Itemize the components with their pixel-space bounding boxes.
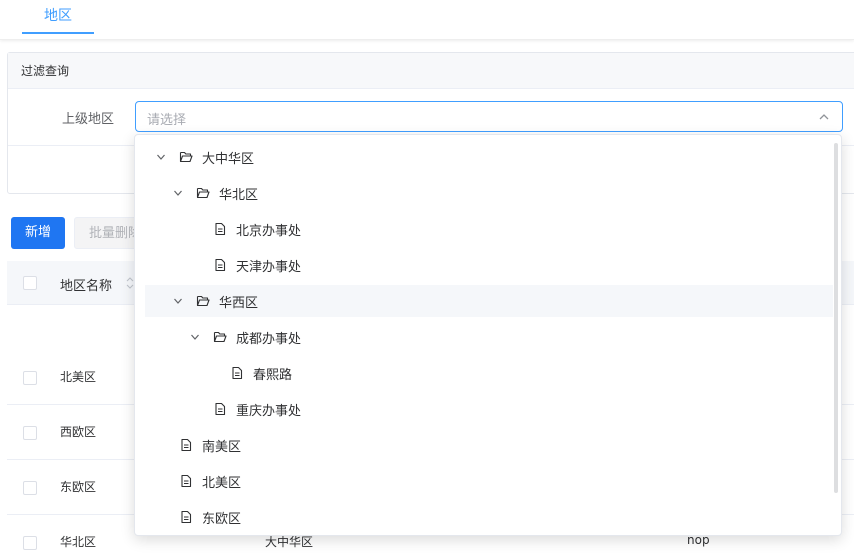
folder-open-icon <box>213 331 227 343</box>
select-all-checkbox[interactable] <box>23 276 37 290</box>
row-checkbox[interactable] <box>23 481 37 495</box>
tab-region[interactable]: 地区 <box>22 0 94 34</box>
tree-node-label: 天津办事处 <box>236 260 302 275</box>
app-root: 地区 过滤查询 上级地区 请选择 新增 批量删除 地区名称 北美区 西欧区 东欧… <box>0 0 854 560</box>
document-icon <box>181 438 192 452</box>
folder-open-icon <box>179 151 193 163</box>
document-icon <box>215 222 226 236</box>
row-checkbox[interactable] <box>23 371 37 385</box>
row-checkbox[interactable] <box>23 536 37 550</box>
tree-node-label: 华西区 <box>219 296 259 311</box>
tree-node-label: 华北区 <box>219 188 259 203</box>
chevron-down-icon[interactable] <box>156 152 166 162</box>
tree-node[interactable]: 南美区 <box>145 429 833 461</box>
tree-node-label: 重庆办事处 <box>236 404 302 419</box>
tree-node[interactable]: 成都办事处 <box>145 321 833 353</box>
new-button[interactable]: 新增 <box>11 217 65 249</box>
tree-node[interactable]: 华西区 <box>145 285 833 317</box>
tree-node-label: 春熙路 <box>253 368 293 383</box>
cell-region-name: 东欧区 <box>60 480 97 494</box>
chevron-up-icon[interactable] <box>818 111 830 123</box>
tree-node[interactable]: 东欧区 <box>145 501 833 533</box>
folder-open-icon <box>196 295 210 307</box>
tree-node[interactable]: 北美区 <box>145 465 833 497</box>
tree-node-label: 东欧区 <box>202 512 242 527</box>
document-icon <box>215 402 226 416</box>
folder-open-icon <box>196 187 210 199</box>
document-icon <box>215 258 226 272</box>
tree-node[interactable]: 大中华区 <box>145 141 833 173</box>
parent-region-select[interactable]: 请选择 <box>135 101 843 132</box>
tree-node[interactable]: 华北区 <box>145 177 833 209</box>
parent-region-label: 上级地区 <box>62 112 115 127</box>
row-checkbox[interactable] <box>23 426 37 440</box>
tree-node-label: 大中华区 <box>202 152 255 167</box>
chevron-down-icon[interactable] <box>173 296 183 306</box>
region-tree-dropdown: 大中华区华北区北京办事处天津办事处华西区成都办事处春熙路重庆办事处南美区北美区东… <box>134 134 842 536</box>
chevron-down-icon[interactable] <box>173 188 183 198</box>
tree-node-label: 北京办事处 <box>236 224 302 239</box>
tree-node-label: 北美区 <box>202 476 242 491</box>
document-icon <box>232 366 243 380</box>
parent-region-placeholder: 请选择 <box>147 113 187 128</box>
filter-card-title: 过滤查询 <box>8 53 854 89</box>
document-icon <box>181 474 192 488</box>
dropdown-scrollbar[interactable] <box>834 143 838 493</box>
chevron-down-icon[interactable] <box>190 332 200 342</box>
tree-node[interactable]: 重庆办事处 <box>145 393 833 425</box>
cell-region-name: 华北区 <box>60 535 97 549</box>
document-icon <box>181 510 192 524</box>
tree-node[interactable]: 天津办事处 <box>145 249 833 281</box>
cell-region-name: 北美区 <box>60 370 97 384</box>
tree-node[interactable]: 春熙路 <box>145 357 833 389</box>
cell-region-name: 西欧区 <box>60 425 97 439</box>
column-header-region-name[interactable]: 地区名称 <box>60 275 112 294</box>
tree-node-label: 成都办事处 <box>236 332 302 347</box>
tree-node[interactable]: 北京办事处 <box>145 213 833 245</box>
tab-bar: 地区 <box>0 0 854 40</box>
tree-node-label: 南美区 <box>202 440 242 455</box>
